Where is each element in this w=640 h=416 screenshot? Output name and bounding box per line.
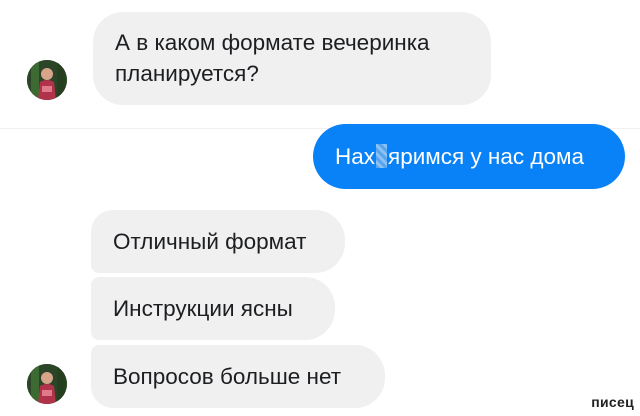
message-text: Отличный формат	[113, 229, 307, 254]
avatar-image	[27, 364, 67, 404]
incoming-message-bubble[interactable]: Вопросов больше нет	[91, 345, 385, 408]
contact-avatar[interactable]	[27, 60, 67, 100]
message-text-part-2: яримся у нас дома	[388, 144, 585, 169]
incoming-message-bubble[interactable]: Инструкции ясны	[91, 277, 335, 340]
message-text-line-1: А в каком формате вечеринка	[115, 30, 430, 55]
watermark-text: писец	[591, 394, 634, 410]
censor-blur	[376, 144, 388, 168]
message-text: Инструкции ясны	[113, 296, 293, 321]
contact-avatar[interactable]	[27, 364, 67, 404]
incoming-message-bubble[interactable]: А в каком формате вечеринка планируется?	[93, 12, 491, 105]
incoming-message-bubble[interactable]: Отличный формат	[91, 210, 345, 273]
message-text-part-1: Нах	[335, 144, 376, 169]
message-text: Вопросов больше нет	[113, 364, 342, 389]
message-text-line-2: планируется?	[115, 61, 259, 86]
avatar-image	[27, 60, 67, 100]
outgoing-message-bubble[interactable]: Нах яримся у нас дома	[313, 124, 625, 189]
